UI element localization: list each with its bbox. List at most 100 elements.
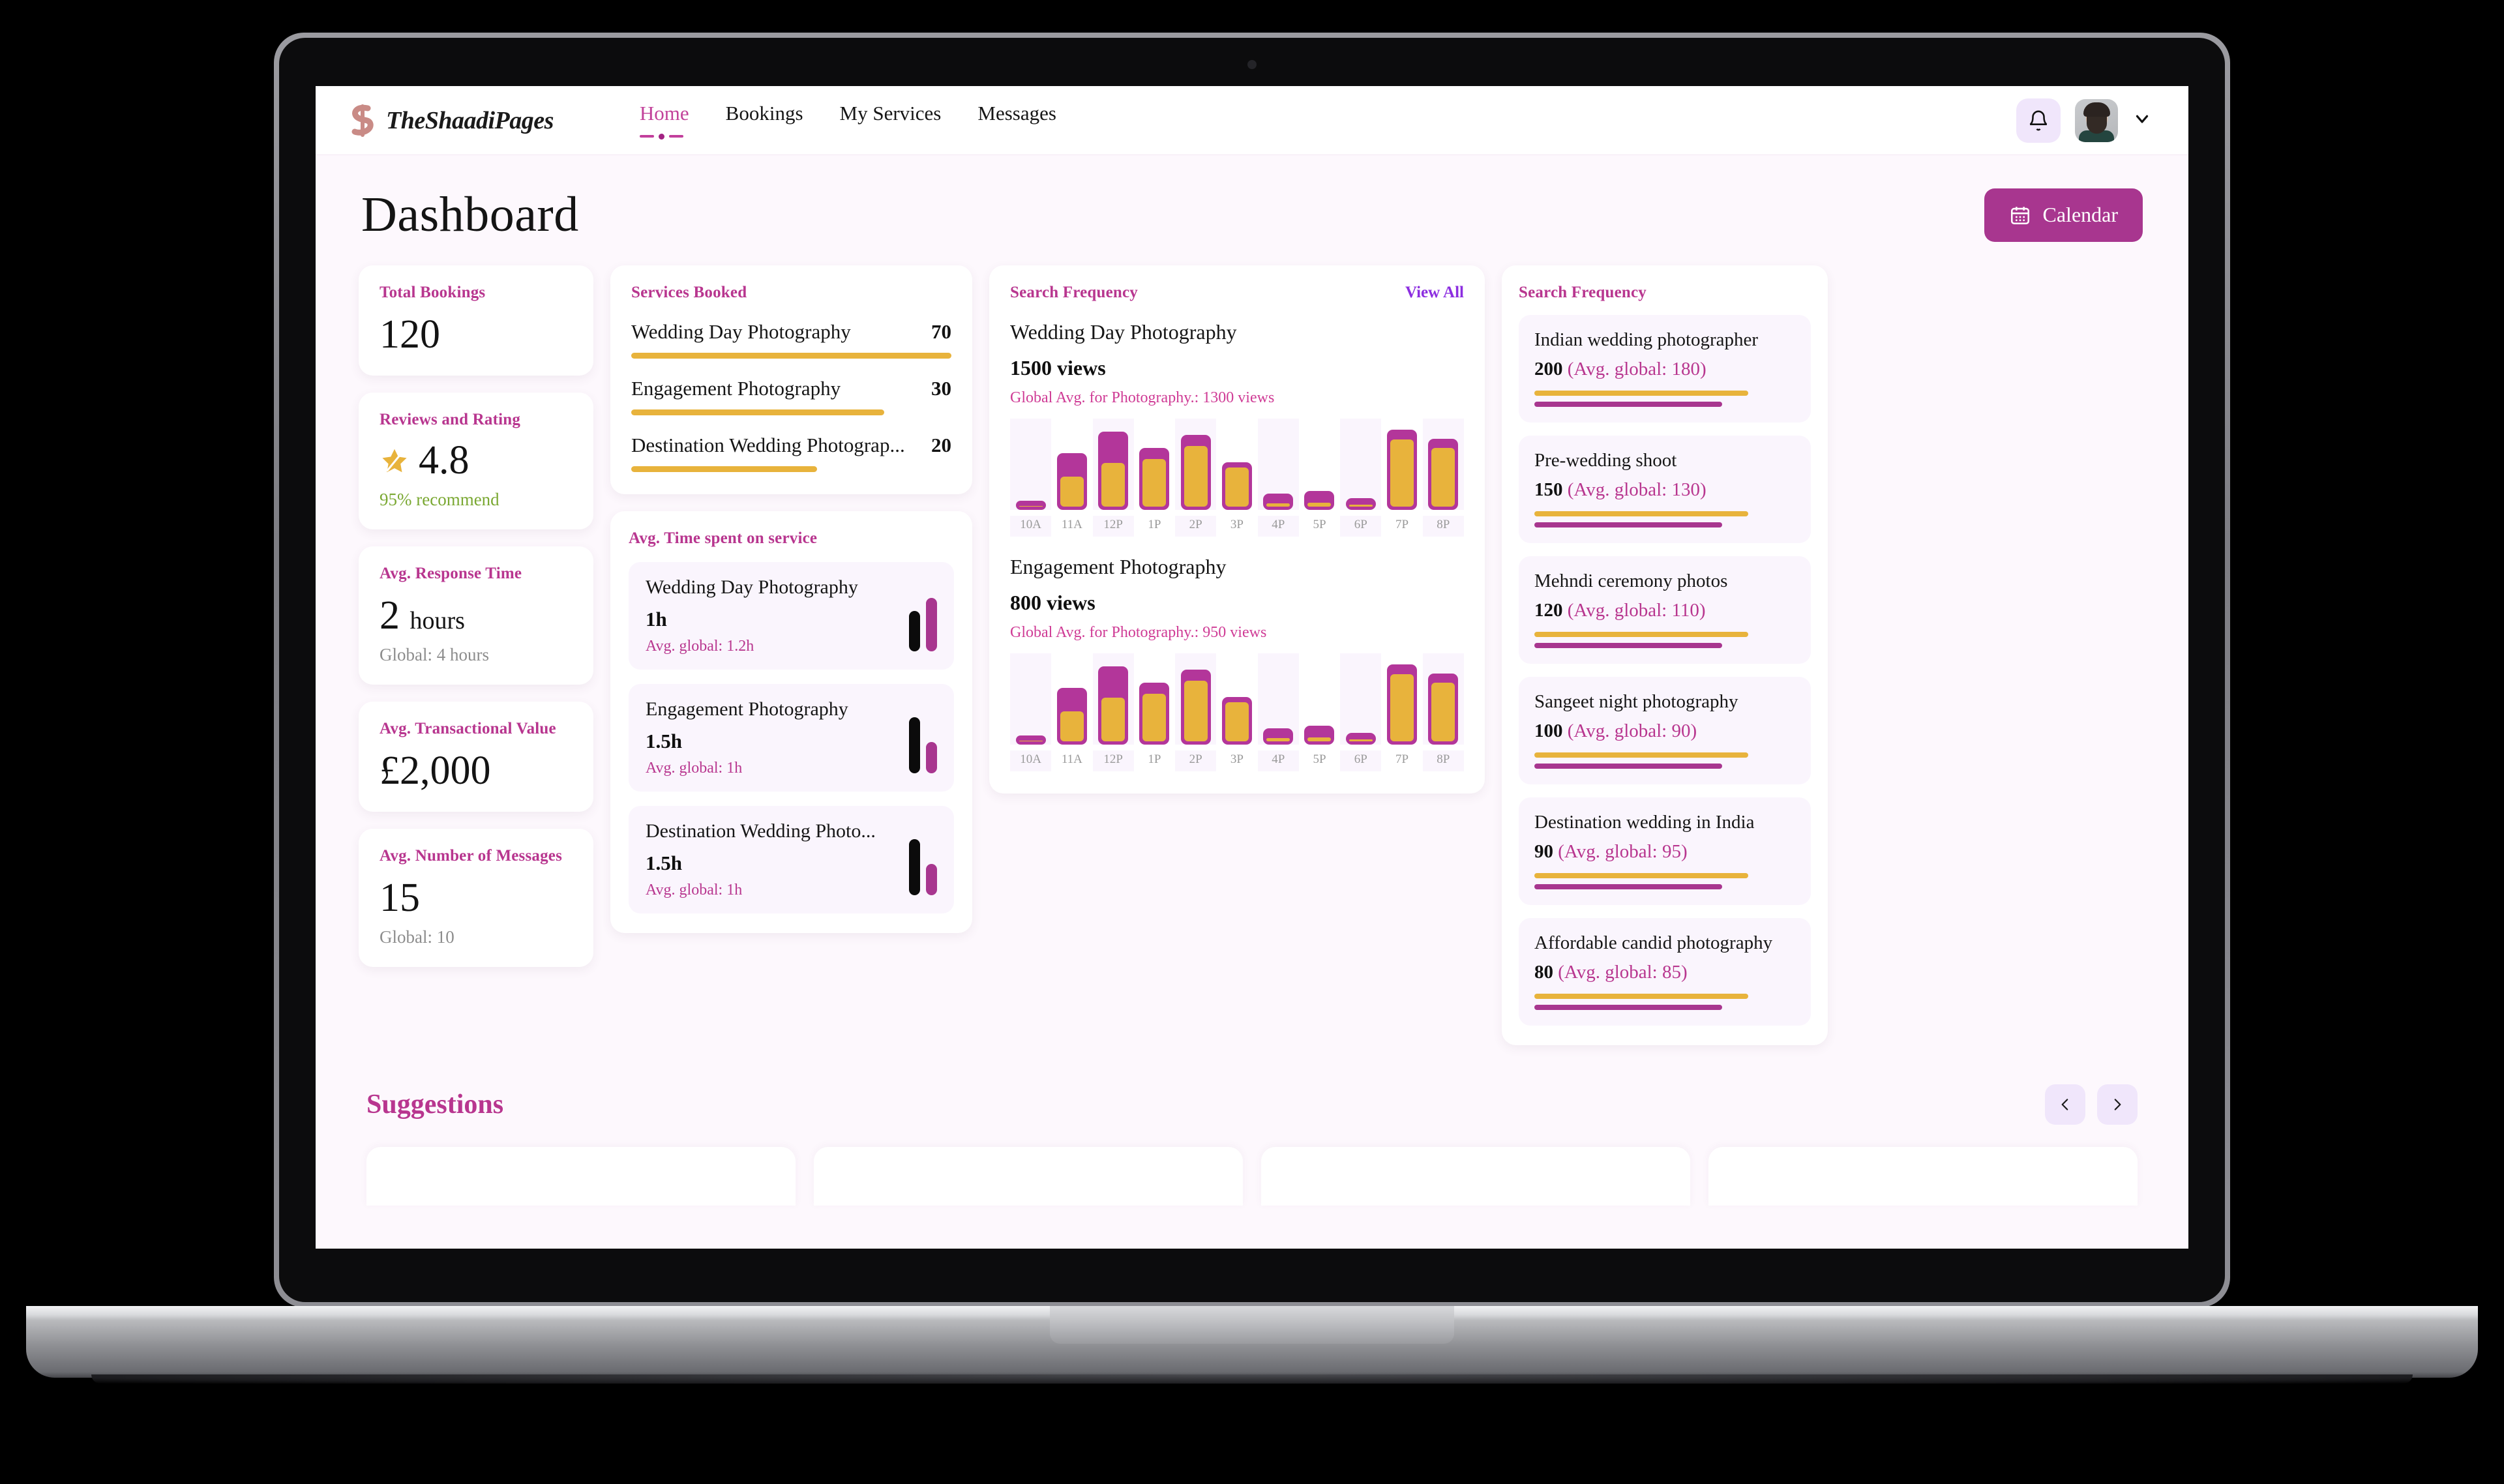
nav-item-home-label: Home [639,101,689,125]
keyword-values: 200 (Avg. global: 180) [1534,359,1795,380]
bar-column[interactable] [1257,653,1299,745]
stat-value: 2 [380,593,400,638]
stat-unit: hours [410,607,465,635]
search-frequency-label: Search Frequency [1010,284,1139,301]
time-spent-value: 1.5h [646,852,682,874]
calendar-button-label: Calendar [2042,203,2119,226]
dashboard-grid: Total Bookings 120 Reviews and Rating 4.… [353,265,2151,1045]
bar-column[interactable] [1175,653,1217,745]
bar-outer [1015,501,1046,510]
view-all-link[interactable]: View All [1405,284,1464,302]
keyword-count: 200 [1534,359,1563,379]
suggestions-next-button[interactable] [2097,1084,2138,1125]
bar-inner [1184,680,1208,741]
time-spent-mini-chart [909,825,937,895]
bar-column[interactable] [1010,419,1052,510]
suggestion-card[interactable] [814,1147,1243,1206]
keywords-label: Search Frequency [1519,284,1647,301]
suggestion-card[interactable] [1708,1147,2138,1206]
bar-column[interactable] [1422,653,1464,745]
suggestions-prev-button[interactable] [2045,1084,2085,1125]
webcam-icon [1247,60,1257,69]
search-frequency-chart-block: Engagement Photography 800 views Global Av… [1010,555,1464,771]
chevron-right-icon [2114,1099,2121,1110]
bar-chart-axis: 10A 11A 12P 1P 2P 3P 4P 5P 6P 7P 8P [1010,750,1464,771]
time-spent-text: Engagement Photography 1.5h Avg. global: 1… [646,698,909,777]
service-booked-bar [631,466,817,472]
time-spent-text: Wedding Day Photography 1h Avg. global: 1.… [646,576,909,655]
stat-label: Avg. Transactional Value [380,720,556,738]
notifications-button[interactable] [2016,98,2061,143]
keyword-name: Pre-wedding shoot [1534,450,1677,471]
service-booked-row: Engagement Photography 30 [631,377,951,415]
chart-blocks: Wedding Day Photography 1500 views Global … [1010,320,1464,771]
bar-outer [1263,493,1294,510]
service-booked-row: Destination Wedding Photograp... 20 [631,434,951,472]
time-spent-item: Destination Wedding Photo... 1.5h Avg. glo… [629,806,954,913]
service-booked-count: 30 [931,377,951,400]
keyword-bar-own [1534,632,1748,637]
bar-column[interactable] [1175,419,1217,510]
keyword-values: 150 (Avg. global: 130) [1534,479,1795,501]
nav-item-messages[interactable]: Messages [977,102,1056,128]
rating-row: 4.8 [380,439,573,482]
mini-bar-own [909,717,920,773]
brand-logo[interactable]: TheShaadiPages [348,104,554,137]
service-booked-top: Wedding Day Photography 70 [631,320,951,344]
time-spent-mini-chart [909,581,937,651]
bar-inner [1431,682,1455,741]
services-booked-label: Services Booked [631,284,747,301]
keyword-bar-global [1534,402,1722,407]
bar-column[interactable] [1216,419,1257,510]
nav-item-my-services[interactable]: My Services [840,102,942,128]
bar-column[interactable] [1257,419,1299,510]
bar-column[interactable] [1216,653,1257,745]
bar-column[interactable] [1092,419,1134,510]
keyword-bar-global [1534,884,1722,889]
bar-column[interactable] [1422,419,1464,510]
stat-value: £2,000 [380,749,491,794]
bar-column[interactable] [1010,653,1052,745]
bar-chart-tick: 6P [1340,750,1382,771]
bar-outer [1098,666,1129,745]
bar-column[interactable] [1340,653,1382,745]
time-spent-value: 1h [646,608,667,631]
service-booked-count: 20 [931,434,951,456]
nav-links: Home Bookings My Services Messages [639,101,1056,140]
keyword-name: Sangeet night photography [1534,691,1738,712]
bar-column[interactable] [1134,419,1175,510]
bar-chart-plot [1010,419,1464,510]
bar-chart-tick: 1P [1148,518,1161,531]
bar-column[interactable] [1299,653,1340,745]
suggestions-carousel [353,1125,2151,1206]
bar-column[interactable] [1299,419,1340,510]
keyword-global: (Avg. global: 110) [1567,600,1706,621]
suggestion-card[interactable] [1261,1147,1690,1206]
avatar[interactable] [2075,98,2118,142]
keywords-column: Search Frequency Indian wedding photogra… [1502,265,1828,1045]
charts-column: Search Frequency View All Wedding Day Ph… [989,265,1485,794]
bar-column[interactable] [1092,653,1134,745]
bar-inner [1019,505,1043,507]
nav-item-home[interactable]: Home [639,101,689,140]
bar-column[interactable] [1051,653,1092,745]
calendar-button[interactable]: Calendar [1984,188,2143,242]
stat-sub: 95% recommend [380,490,499,510]
bar-column[interactable] [1134,653,1175,745]
bar-column[interactable] [1051,419,1092,510]
nav-item-bookings[interactable]: Bookings [726,102,803,128]
keyword-global: (Avg. global: 90) [1567,720,1697,741]
bar-column[interactable] [1381,653,1422,745]
suggestion-card[interactable] [366,1147,796,1206]
calendar-icon [2010,206,2029,224]
service-booked-top: Destination Wedding Photograp... 20 [631,434,951,457]
bar-chart-tick: 12P [1092,516,1134,537]
stat-value: 15 [380,876,420,921]
time-spent-global: Avg. global: 1h [646,760,743,777]
bar-column[interactable] [1340,419,1382,510]
time-spent-label: Avg. Time spent on service [629,529,818,547]
keyword-name: Affordable candid photography [1534,932,1773,953]
chevron-down-icon[interactable] [2132,109,2152,132]
bar-column[interactable] [1381,419,1422,510]
bar-inner [1266,737,1290,741]
